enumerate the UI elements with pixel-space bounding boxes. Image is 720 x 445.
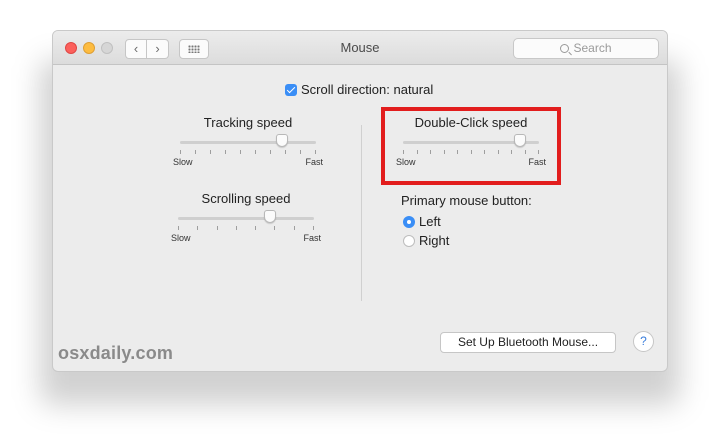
scroll-direction-label: Scroll direction: natural — [301, 82, 434, 97]
slider-tick — [216, 226, 218, 230]
scrolling-speed-title: Scrolling speed — [201, 191, 291, 206]
scrolling-speed-slider[interactable] — [178, 210, 314, 223]
scroll-direction-option[interactable]: Scroll direction: natural — [285, 82, 433, 97]
slider-tick — [293, 226, 295, 230]
slider-tick — [235, 226, 237, 230]
primary-mouse-button-label: Primary mouse button: — [401, 193, 532, 208]
search-placeholder: Search — [573, 41, 612, 55]
slider-tick — [315, 150, 316, 154]
set-up-bluetooth-mouse-button[interactable]: Set Up Bluetooth Mouse... — [440, 332, 616, 353]
slider-tick — [195, 150, 196, 154]
tracking-speed-slider[interactable] — [180, 134, 316, 147]
slider-tick — [285, 150, 286, 154]
scrolling-speed-group: Scrolling speed Slow Fast — [171, 191, 321, 245]
primary-button-right-label: Right — [419, 233, 450, 248]
primary-button-left-option[interactable]: Left — [403, 214, 441, 229]
slider-tick — [225, 150, 226, 154]
stage: ‹ › Mouse Search Scroll direction: natur… — [0, 0, 720, 445]
primary-button-left-label: Left — [419, 214, 441, 229]
scrolling-speed-ticks — [178, 226, 314, 230]
highlight-box — [381, 107, 561, 185]
primary-button-right-option[interactable]: Right — [403, 233, 449, 248]
slider-tick — [300, 150, 301, 154]
tracking-speed-fast-label: Fast — [305, 157, 323, 167]
slider-tick — [240, 150, 241, 154]
slider-tick — [178, 226, 179, 230]
scrolling-speed-knob[interactable] — [264, 210, 277, 223]
slider-tick — [180, 150, 181, 154]
tracking-speed-title: Tracking speed — [203, 115, 293, 130]
slider-tick — [274, 226, 276, 230]
tracking-speed-ticks — [180, 150, 316, 154]
tracking-speed-slow-label: Slow — [173, 157, 193, 167]
slider-tick — [313, 226, 314, 230]
slider-tick — [270, 150, 271, 154]
slider-tick — [210, 150, 211, 154]
title-bar: ‹ › Mouse Search — [53, 31, 667, 65]
slider-tick — [197, 226, 199, 230]
column-divider — [361, 125, 362, 301]
scrolling-speed-slow-label: Slow — [171, 233, 191, 243]
scrolling-speed-fast-label: Fast — [303, 233, 321, 243]
scroll-direction-checkbox[interactable] — [285, 84, 297, 96]
osxdaily-watermark: osxdaily.com — [58, 343, 174, 363]
primary-button-right-radio[interactable] — [403, 235, 415, 247]
search-field[interactable]: Search — [513, 38, 659, 59]
primary-button-left-radio[interactable] — [403, 216, 415, 228]
tracking-speed-knob[interactable] — [276, 134, 288, 147]
slider-tick — [255, 150, 256, 154]
search-icon — [560, 44, 570, 53]
slider-tick — [255, 226, 257, 230]
help-button[interactable]: ? — [633, 331, 654, 352]
tracking-speed-group: Tracking speed Slow Fast — [173, 115, 323, 169]
mouse-preferences-window: ‹ › Mouse Search Scroll direction: natur… — [52, 30, 668, 372]
